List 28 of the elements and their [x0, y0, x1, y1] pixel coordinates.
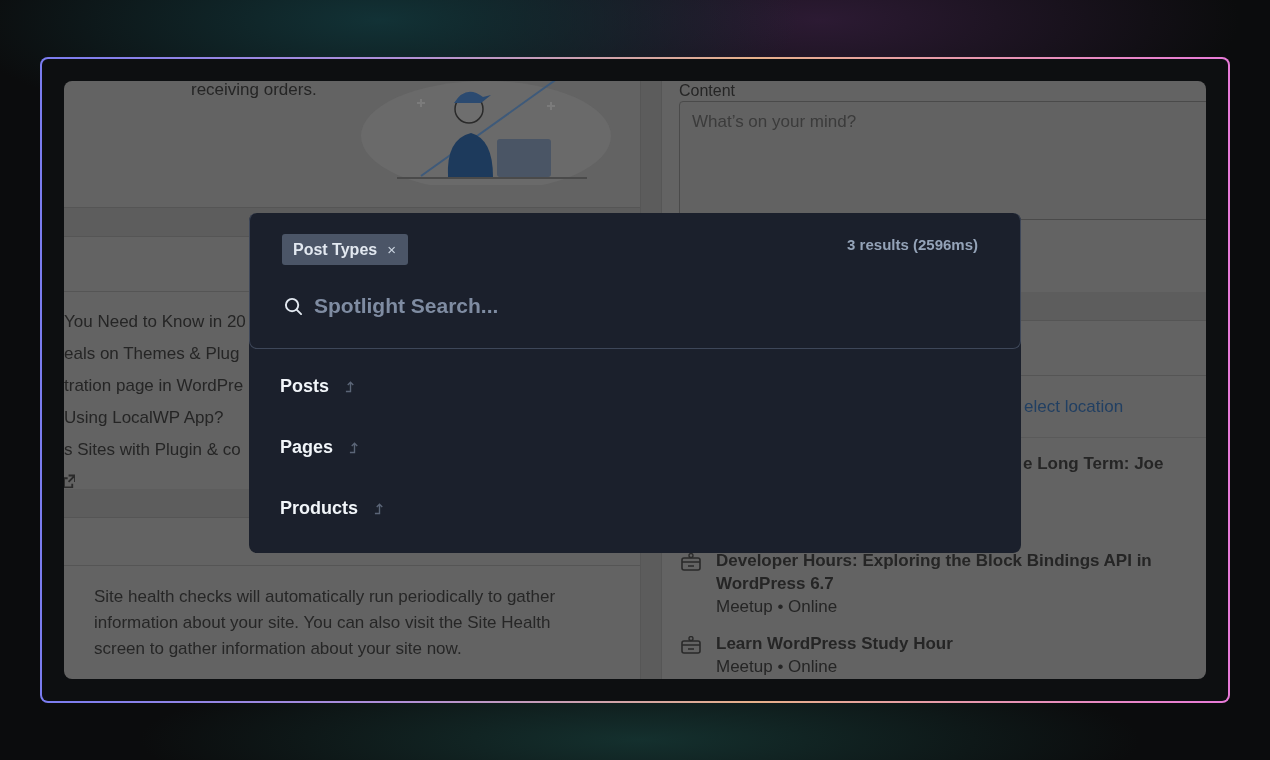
calendar-icon — [681, 553, 701, 571]
search-icon — [284, 296, 303, 316]
result-item[interactable]: Pages — [280, 432, 361, 462]
select-location-link[interactable]: elect location — [1024, 396, 1124, 417]
external-link-icon[interactable] — [64, 474, 75, 488]
corner-arrow-icon — [345, 379, 357, 393]
news-link[interactable]: eals on Themes & Plug — [64, 338, 240, 370]
corner-arrow-icon — [349, 440, 361, 454]
filter-chip-label: Post Types — [293, 240, 378, 259]
news-link[interactable]: s Sites with Plugin & co — [64, 434, 241, 466]
event-title[interactable]: e Long Term: Joe — [1023, 454, 1164, 473]
result-item[interactable]: Products — [280, 493, 385, 523]
welcome-text: receiving orders. — [191, 81, 317, 99]
result-item[interactable]: Posts — [280, 371, 357, 401]
search-field[interactable]: Spotlight Search... — [314, 291, 978, 321]
calendar-icon — [681, 636, 701, 654]
content-label: Content — [678, 81, 737, 101]
event-meta: Meetup • Online — [716, 596, 838, 618]
event-title[interactable]: Learn WordPress Study Hour — [716, 632, 953, 655]
event-title[interactable]: Developer Hours: Exploring the Block Bindings API in WordPress 6.7 — [716, 549, 1176, 595]
corner-arrow-icon — [374, 501, 385, 515]
news-link[interactable]: You Need to Know in 20 — [64, 306, 246, 338]
result-count: 3 results (2596ms) — [847, 236, 978, 253]
event-meta: Meetup • Online — [716, 656, 838, 678]
remove-filter-button[interactable]: × — [387, 241, 396, 258]
news-link[interactable]: Using LocalWP App? — [64, 402, 224, 434]
news-link[interactable]: tration page in WordPre — [64, 370, 244, 402]
site-health-text: Site health checks will automatically run periodically to gather information about your site. You can also visit the Site Health screen to gather information about your site now. — [93, 586, 557, 660]
